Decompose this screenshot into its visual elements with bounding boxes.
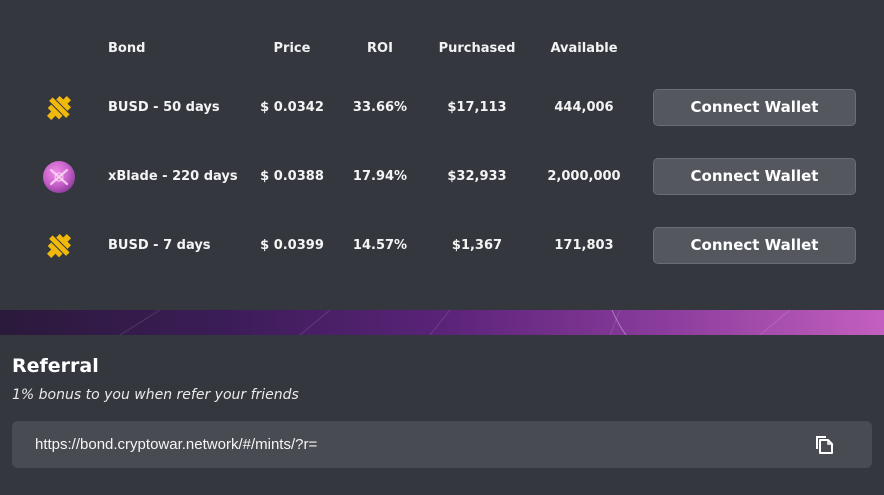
- bond-price: $ 0.0342: [260, 100, 324, 115]
- busd-icon: [46, 95, 72, 121]
- bond-purchased: $1,367: [451, 238, 503, 253]
- decorative-gradient-band: [0, 310, 884, 335]
- bond-purchased: $32,933: [447, 169, 507, 184]
- connect-wallet-button[interactable]: Connect Wallet: [653, 158, 856, 195]
- bond-name: BUSD - 7 days: [108, 238, 211, 253]
- header-roi: ROI: [367, 41, 393, 56]
- referral-title: Referral: [12, 355, 99, 377]
- decorative-lines: [119, 310, 791, 335]
- referral-subtitle: 1% bonus to you when refer your friends: [12, 387, 299, 403]
- bond-available: 171,803: [554, 238, 614, 253]
- busd-icon: [46, 233, 72, 259]
- bond-price: $ 0.0388: [260, 169, 324, 184]
- bond-name: xBlade - 220 days: [108, 169, 238, 184]
- bond-roi: 14.57%: [352, 238, 408, 253]
- bond-name: BUSD - 50 days: [108, 100, 220, 115]
- connect-wallet-button[interactable]: Connect Wallet: [653, 227, 856, 264]
- bond-roi: 17.94%: [352, 169, 408, 184]
- bond-row-busd-50: BUSD - 50 days $ 0.0342 33.66% $17,113 4…: [0, 88, 884, 128]
- bond-page: Bond Price ROI Purchased Available BUSD …: [0, 0, 884, 495]
- referral-link-box: https://bond.cryptowar.network/#/mints/?…: [12, 421, 872, 468]
- header-price: Price: [273, 41, 311, 56]
- header-available: Available: [550, 41, 618, 56]
- bond-row-busd-7: BUSD - 7 days $ 0.0399 14.57% $1,367 171…: [0, 226, 884, 266]
- bond-table: Bond Price ROI Purchased Available BUSD …: [0, 0, 884, 310]
- bond-available: 2,000,000: [547, 169, 621, 184]
- bond-purchased: $17,113: [447, 100, 507, 115]
- copy-icon[interactable]: [813, 433, 835, 455]
- bond-price: $ 0.0399: [260, 238, 324, 253]
- bond-roi: 33.66%: [352, 100, 408, 115]
- bond-available: 444,006: [554, 100, 614, 115]
- referral-link[interactable]: https://bond.cryptowar.network/#/mints/?…: [35, 421, 317, 468]
- header-purchased: Purchased: [438, 41, 516, 56]
- referral-section: Referral 1% bonus to you when refer your…: [0, 335, 884, 495]
- header-bond: Bond: [108, 41, 146, 56]
- xblade-icon: [43, 161, 75, 193]
- bond-row-xblade-220: xBlade - 220 days $ 0.0388 17.94% $32,93…: [0, 157, 884, 197]
- connect-wallet-button[interactable]: Connect Wallet: [653, 89, 856, 126]
